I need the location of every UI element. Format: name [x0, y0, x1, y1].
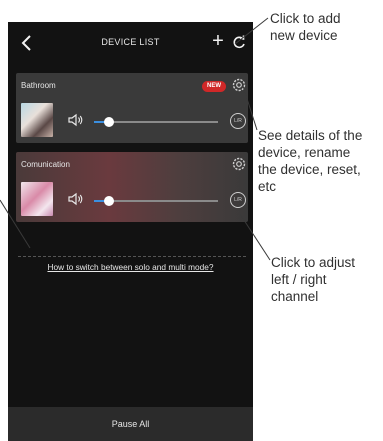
- gear-icon: [232, 157, 246, 171]
- refresh-icon: [233, 35, 245, 49]
- device-artwork: [21, 103, 53, 137]
- volume-icon: [68, 113, 84, 127]
- device-settings-button[interactable]: [230, 76, 248, 94]
- lr-channel-button[interactable]: L/R: [230, 113, 246, 129]
- lr-channel-button[interactable]: L/R: [230, 192, 246, 208]
- gear-icon: [232, 78, 246, 92]
- volume-slider-thumb[interactable]: [103, 196, 114, 206]
- device-card[interactable]: Bathroom NEW L/R: [16, 73, 248, 143]
- top-bar: DEVICE LIST +: [8, 22, 253, 66]
- device-settings-button[interactable]: [230, 155, 248, 173]
- add-device-button[interactable]: +: [209, 30, 227, 52]
- device-card[interactable]: Comunication L/R: [16, 152, 248, 222]
- solo-multi-mode-help-link[interactable]: How to switch between solo and multi mod…: [8, 262, 253, 272]
- volume-icon: [68, 192, 84, 206]
- volume-slider-thumb[interactable]: [103, 117, 114, 127]
- device-name: Bathroom: [21, 81, 56, 90]
- callout-lr-channel: Click to adjust left / right channel: [271, 255, 356, 304]
- device-artwork: [21, 182, 53, 216]
- pause-all-button[interactable]: Pause All: [8, 407, 253, 441]
- callout-device-details: See details of the device, rename the de…: [258, 128, 363, 194]
- device-name: Comunication: [21, 160, 70, 169]
- volume-slider[interactable]: [94, 196, 218, 206]
- refresh-button[interactable]: [231, 32, 247, 52]
- callout-add-device: Click to add new device: [270, 11, 341, 43]
- device-list-screen: DEVICE LIST + Bathroom NEW L/R Comunicat…: [8, 22, 253, 441]
- volume-slider[interactable]: [94, 117, 218, 127]
- divider: [18, 256, 246, 257]
- new-badge: NEW: [202, 81, 226, 92]
